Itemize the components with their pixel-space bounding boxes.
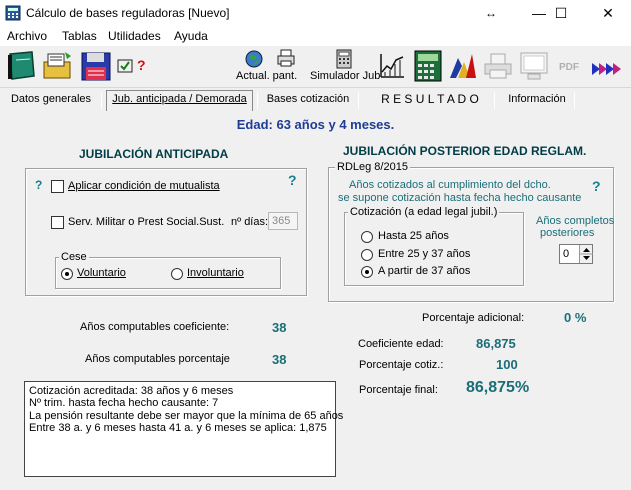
entre-25-37-radio[interactable]	[361, 249, 373, 261]
posteriores-label: posteriores	[540, 227, 595, 239]
note-line: La pensión resultante debe ser mayor que…	[29, 409, 344, 422]
note-line: Nº trim. hasta fecha hecho causante: 7	[29, 397, 219, 410]
mutualista-label[interactable]: Aplicar condición de mutualista	[68, 180, 220, 192]
checklist-icon[interactable]	[117, 58, 135, 74]
porcentaje-cotiz-value: 100	[496, 357, 518, 372]
calculator-app-icon	[5, 5, 21, 21]
entre-25-37-label[interactable]: Entre 25 y 37 años	[378, 248, 470, 260]
menu-utilidades[interactable]: Utilidades	[108, 29, 161, 43]
completos-spinner[interactable]: 0	[559, 244, 593, 264]
globe-refresh-icon[interactable]	[244, 49, 264, 69]
tab-bases-cotizacion[interactable]: Bases cotización	[262, 91, 354, 110]
anticipada-help-icon[interactable]: ?	[288, 172, 297, 188]
close-button[interactable]: ✕	[585, 0, 631, 26]
notes-textarea[interactable]: Cotización acreditada: 38 años y 6 meses…	[24, 381, 344, 477]
voluntario-label[interactable]: Voluntario	[77, 267, 126, 279]
actualizar-label[interactable]: Actual. pant.	[236, 70, 297, 82]
coef-label: Años computables coeficiente:	[80, 321, 230, 333]
posterior-help-icon[interactable]: ?	[592, 178, 601, 194]
monitor-disabled-icon	[520, 52, 548, 80]
anticipada-title: JUBILACIÓN ANTICIPADA	[79, 147, 229, 161]
hasta-25-label[interactable]: Hasta 25 años	[378, 230, 449, 242]
calculator-icon[interactable]	[336, 49, 352, 69]
adicional-label: Porcentaje adicional:	[422, 312, 525, 324]
tab-jub-anticipada[interactable]: Jub. anticipada / Demorada	[106, 90, 253, 111]
title-bar: Cálculo de bases reguladoras [Nuevo] ↔ —…	[0, 0, 631, 26]
fast-forward-icon[interactable]	[591, 61, 623, 77]
porc-value: 38	[272, 352, 287, 367]
mutualista-help-icon[interactable]: ?	[35, 178, 42, 192]
servicio-militar-checkbox[interactable]	[51, 216, 64, 229]
simulador-label[interactable]: Simulador Jub	[310, 70, 380, 82]
a-partir-37-radio[interactable]	[361, 266, 373, 278]
tab-jub-anticipada-label: Jub. anticipada / Demorada	[112, 93, 247, 105]
spreadsheet-calculator-icon[interactable]	[414, 50, 442, 82]
note-line: Entre 38 a. y 6 meses hasta 41 a. y 6 me…	[29, 421, 327, 434]
completos-label: Años completos	[536, 215, 615, 227]
tab-separator	[101, 92, 102, 109]
agency-logo-icon[interactable]	[448, 52, 478, 80]
mutualista-checkbox[interactable]	[51, 180, 64, 193]
porcentaje-final-value: 86,875%	[466, 379, 530, 396]
dias-label: nº días:	[231, 216, 269, 228]
printer-icon[interactable]	[276, 49, 296, 67]
tab-separator	[358, 92, 359, 109]
posterior-line2: se supone cotización hasta fecha hecho c…	[338, 192, 582, 204]
dias-value: 365	[272, 215, 291, 227]
coeficiente-edad-value: 86,875	[476, 336, 516, 351]
spinner-arrows[interactable]	[579, 245, 593, 263]
menu-tablas[interactable]: Tablas	[62, 29, 97, 43]
maximize-button[interactable]: ☐	[538, 0, 584, 26]
tab-resultado[interactable]: R E S U L T A D O	[370, 91, 490, 110]
menu-archivo[interactable]: Archivo	[7, 29, 47, 43]
note-line: Cotización acreditada: 38 años y 6 meses	[29, 385, 234, 397]
cotizacion-label: Cotización (a edad legal jubil.)	[348, 206, 500, 218]
hasta-25-radio[interactable]	[361, 231, 373, 243]
adicional-value: 0 %	[564, 310, 587, 325]
toolbar: ? Actual. pant. Simulador Jub PDF	[0, 46, 631, 88]
dias-input[interactable]: 365	[268, 212, 298, 230]
window-title: Cálculo de bases reguladoras [Nuevo]	[26, 6, 230, 20]
porcentaje-cotiz-label: Porcentaje cotiz.:	[359, 359, 444, 371]
tab-separator	[494, 92, 495, 109]
spinner-up-down-icon	[580, 248, 593, 260]
pdf-disabled-icon: PDF	[559, 62, 579, 73]
a-partir-37-label[interactable]: A partir de 37 años	[378, 265, 470, 277]
cese-group: Cese Voluntario Involuntario	[55, 251, 281, 289]
main-panel: Datos generales Jub. anticipada / Demora…	[0, 88, 631, 490]
involuntario-radio[interactable]	[171, 268, 183, 280]
tab-strip: Datos generales Jub. anticipada / Demora…	[0, 88, 631, 111]
servicio-militar-label[interactable]: Serv. Militar o Prest Social.Sust.	[68, 216, 224, 228]
completos-value: 0	[563, 248, 570, 260]
line-chart-icon[interactable]	[378, 52, 406, 80]
printer-disabled-icon	[484, 53, 512, 79]
tab-separator	[257, 92, 258, 109]
porc-label: Años computables porcentaje	[85, 353, 230, 365]
tab-informacion[interactable]: Información	[502, 91, 572, 110]
posterior-title: JUBILACIÓN POSTERIOR EDAD REGLAM.	[343, 144, 587, 158]
tab-datos-generales[interactable]: Datos generales	[6, 91, 96, 110]
open-folder-icon[interactable]	[41, 50, 75, 82]
help-question-icon[interactable]: ?	[137, 57, 146, 73]
cotizacion-group: Cotización (a edad legal jubil.) Hasta 2…	[344, 206, 524, 286]
edad-label: Edad: 63 años y 4 meses.	[236, 117, 395, 132]
menu-ayuda[interactable]: Ayuda	[174, 29, 208, 43]
rdleg-group: RDLeg 8/2015 Años cotizados al cumplimie…	[328, 161, 615, 302]
menu-bar: Archivo Tablas Utilidades Ayuda	[0, 26, 631, 46]
rdleg-label: RDLeg 8/2015	[335, 161, 410, 173]
restore-arrows-icon[interactable]: ↔	[468, 0, 514, 26]
anticipada-group: ? Aplicar condición de mutualista ? Serv…	[25, 168, 307, 296]
posterior-line1: Años cotizados al cumplimiento del dcho.	[349, 179, 551, 191]
coeficiente-edad-label: Coeficiente edad:	[358, 338, 444, 350]
tab-separator	[574, 92, 575, 109]
involuntario-label[interactable]: Involuntario	[187, 267, 244, 279]
notebook-icon[interactable]	[4, 50, 38, 82]
cese-label: Cese	[59, 251, 89, 263]
voluntario-radio[interactable]	[61, 268, 73, 280]
porcentaje-final-label: Porcentaje final:	[359, 384, 438, 396]
coef-value: 38	[272, 320, 287, 335]
save-disk-icon[interactable]	[79, 50, 113, 82]
